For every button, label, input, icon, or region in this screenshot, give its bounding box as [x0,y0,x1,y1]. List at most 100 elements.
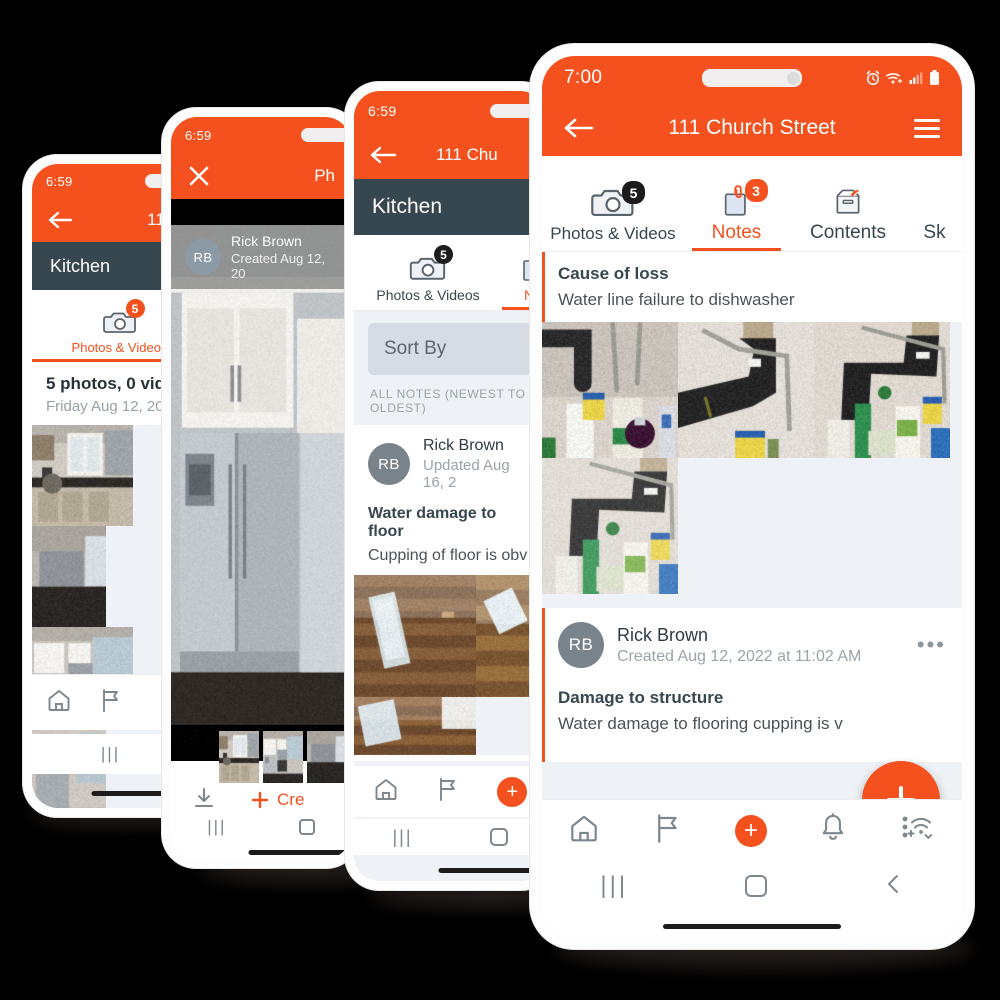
room-bar: Kitchen [354,179,546,235]
camera-icon: 5 [591,187,635,219]
phone-notes-main: 7:00 111 Church Street 5 Photos & Videos… [530,44,974,949]
back-icon[interactable] [884,873,904,900]
app-bar-title: 111 Church Street [542,116,962,140]
avatar: RB [368,443,410,485]
home-icon[interactable] [46,688,72,717]
author-subtitle: Created Aug 12, 20 [231,251,337,281]
bottom-nav: + [354,765,546,817]
tab-bar: 5 Photos & Videos No [354,235,546,311]
flag-icon[interactable] [653,813,683,848]
home-icon[interactable] [299,819,315,835]
phone-photo-viewer: 6:59 Ph RB Rick Brown Created Aug 12, 20… [162,108,360,868]
add-circle-icon[interactable]: + [497,777,527,807]
app-bar: 111 Church Street [542,100,962,156]
gesture-bar [248,850,351,855]
notes-icon: 3 [720,185,754,217]
photo-full [171,225,351,745]
note-body: Water damage to flooring cupping is v [542,712,962,746]
note-title: Damage to structure [542,672,962,712]
note-card[interactable]: RB Rick Brown Updated Aug 16, 2 Water da… [354,425,546,761]
avatar: RB [558,622,604,668]
hamburger-menu-icon[interactable] [914,119,940,138]
note-photo-grid [354,575,546,755]
more-options-icon[interactable]: ••• [917,640,946,650]
app-bar: 111 Chu [354,131,546,179]
flag-icon[interactable] [99,688,123,717]
system-nav: ||| [354,819,546,855]
author-subtitle: Updated Aug 16, 2 [423,457,532,491]
tab-label: Sk [923,222,945,244]
tab-sketch[interactable]: Sk [907,156,962,251]
flag-icon[interactable] [436,777,460,806]
section-label: ALL NOTES (NEWEST TO OLDEST) [354,375,546,425]
note-title: Water damage to floor [354,493,546,545]
alarm-icon [865,70,881,86]
status-time: 6:59 [46,174,73,189]
card-divider [542,594,962,608]
tab-photos-videos[interactable]: 5 Photos & Videos [542,156,684,251]
more-wifi-icon[interactable] [900,813,936,848]
status-time: 6:59 [368,103,396,119]
back-arrow-icon[interactable] [370,144,398,166]
sort-by-dropdown[interactable]: Sort By [368,323,532,375]
photo-viewer-stage[interactable]: RB Rick Brown Created Aug 12, 20 [171,199,351,761]
photo-thumb[interactable] [354,575,476,697]
tab-underline [692,248,781,251]
back-arrow-icon[interactable] [564,115,596,141]
home-icon[interactable] [745,875,767,897]
tab-bar: 5 Photos & Videos 3 Notes Contents Sk [542,156,962,252]
recents-icon[interactable]: ||| [392,827,412,848]
tab-photos-videos[interactable]: 5 Photos & Videos [354,235,502,310]
author-name: Rick Brown [617,625,861,646]
room-name: Kitchen [372,195,442,219]
thumbnail[interactable] [307,731,347,783]
status-time: 7:00 [564,67,602,89]
photo-thumb[interactable] [32,526,106,627]
status-bar: 6:59 [354,91,546,131]
note-card-cause-of-loss[interactable]: Cause of loss Water line failure to dish… [542,252,962,594]
photo-thumb[interactable] [542,458,678,594]
photo-thumb[interactable] [814,322,950,458]
tab-contents[interactable]: Contents [789,156,907,251]
home-icon[interactable] [373,777,399,806]
thumbnail-strip[interactable] [219,731,351,783]
home-icon[interactable] [568,813,600,848]
photo-thumb[interactable] [354,697,476,755]
download-icon[interactable] [193,787,215,814]
phone-notes-list: 6:59 111 Chu Kitchen 5 Photos & Videos S… [345,82,555,890]
tab-notes[interactable]: 3 Notes [684,156,789,251]
tab-badge: 5 [622,181,645,204]
create-button[interactable]: Cre [251,790,304,810]
contents-box-icon [831,185,865,217]
plus-icon [251,791,269,809]
grid-filler [678,458,962,594]
note-body: Cupping of floor is obv [354,545,546,575]
photo-thumb[interactable] [678,322,814,458]
back-arrow-icon[interactable] [48,209,74,231]
camera-icon: 5 [409,250,447,282]
status-bar: 7:00 [542,56,962,100]
author-name: Rick Brown [231,233,337,249]
tab-badge: 5 [434,245,453,264]
note-card-damage-to-structure[interactable]: RB Rick Brown Created Aug 12, 2022 at 11… [542,608,962,762]
system-nav: ||| [542,863,962,909]
note-accent-strip [542,608,545,762]
signal-icon [909,71,924,85]
tab-label: Photos & Videos [550,224,675,244]
bottom-nav: + [542,799,962,861]
thumbnail[interactable] [263,731,303,783]
recents-icon[interactable]: ||| [101,744,120,764]
bell-icon[interactable] [819,813,847,848]
photo-thumb[interactable] [32,425,133,526]
recents-icon[interactable]: ||| [207,817,226,837]
recents-icon[interactable]: ||| [600,872,628,900]
tab-label: Notes [712,222,762,244]
thumbnail[interactable] [219,731,259,783]
close-x-icon[interactable] [187,164,211,188]
app-bar-title: Ph [314,166,335,186]
photo-thumb[interactable] [542,322,678,458]
home-icon[interactable] [490,828,508,846]
create-label: Cre [277,790,304,810]
add-circle-icon[interactable]: + [735,815,767,847]
tab-label: Contents [810,222,886,244]
